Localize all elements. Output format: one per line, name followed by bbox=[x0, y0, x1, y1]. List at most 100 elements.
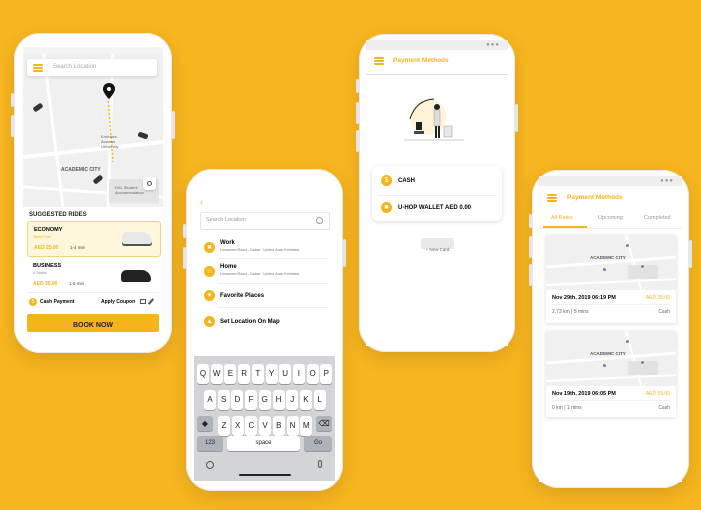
key-e[interactable]: E bbox=[224, 364, 237, 384]
new-card-label: + New Card bbox=[425, 247, 450, 252]
tab-completed[interactable]: Completed bbox=[644, 215, 671, 221]
key-z[interactable]: Z bbox=[218, 416, 230, 436]
backspace-key[interactable]: ⌫ bbox=[316, 416, 332, 431]
ride-payment-method: Cash bbox=[658, 405, 670, 411]
wallet-method-label[interactable]: U-HOP WALLET AED 0.00 bbox=[398, 205, 471, 211]
divider bbox=[218, 283, 328, 284]
map-pin-icon bbox=[641, 361, 644, 364]
set-location-label[interactable]: Set Location On Map bbox=[220, 319, 280, 325]
phone-ride-booking: Emirates Aviation University ACADEMIC CI… bbox=[11, 33, 175, 353]
ride-sub: 4 Seats bbox=[33, 270, 47, 275]
side-button bbox=[356, 130, 359, 152]
tab-upcoming[interactable]: Upcoming bbox=[598, 215, 623, 221]
go-key[interactable]: Go bbox=[304, 436, 332, 451]
ride-eta: 1-4 min bbox=[70, 245, 86, 250]
key-s[interactable]: S bbox=[217, 390, 230, 410]
key-m[interactable]: M bbox=[300, 416, 313, 436]
map-label: ACADEMIC CITY bbox=[590, 351, 626, 356]
key-g[interactable]: G bbox=[258, 390, 271, 410]
key-r[interactable]: R bbox=[238, 364, 251, 384]
home-address: Unnamed Road - Dubai - United Arab Emira… bbox=[220, 272, 300, 276]
hamburger-menu-icon[interactable] bbox=[547, 194, 557, 202]
screen: ‹ Search Location ■ Work Unnamed Road - … bbox=[194, 187, 335, 481]
shift-key[interactable]: ◆ bbox=[197, 416, 213, 431]
ride-history-card[interactable]: ACADEMIC CITY Nov 19th, 2019 06:05 PM AE… bbox=[545, 330, 677, 417]
map-roads bbox=[545, 330, 677, 387]
key-y[interactable]: Y bbox=[265, 364, 278, 384]
key-q[interactable]: Q bbox=[197, 364, 209, 384]
briefcase-icon: ■ bbox=[204, 242, 215, 253]
cash-payment-label[interactable]: Cash Payment bbox=[40, 299, 74, 305]
new-card-button[interactable]: + New Card bbox=[421, 238, 454, 252]
key-j[interactable]: J bbox=[286, 390, 299, 410]
search-input[interactable]: Search Location bbox=[206, 217, 246, 223]
car-image-black bbox=[121, 270, 151, 282]
key-a[interactable]: A bbox=[204, 390, 216, 410]
ride-price: AED 25.00 bbox=[645, 295, 670, 301]
work-label[interactable]: Work bbox=[220, 240, 235, 246]
work-address: Unnamed Road - Dubai - United Arab Emira… bbox=[220, 248, 300, 252]
side-button bbox=[356, 102, 359, 124]
side-button bbox=[515, 104, 518, 132]
key-w[interactable]: W bbox=[210, 364, 223, 384]
key-b[interactable]: B bbox=[272, 416, 285, 436]
key-c[interactable]: C bbox=[245, 416, 258, 436]
ride-sub: Best Fare bbox=[34, 234, 52, 239]
key-f[interactable]: F bbox=[245, 390, 258, 410]
map-pin-icon bbox=[641, 265, 644, 268]
key-t[interactable]: T bbox=[251, 364, 264, 384]
location-button[interactable] bbox=[143, 177, 156, 190]
ride-map: ACADEMIC CITY bbox=[545, 234, 677, 291]
key-n[interactable]: N bbox=[286, 416, 299, 436]
search-input[interactable]: Search Location bbox=[53, 64, 96, 70]
ride-option-business[interactable]: BUSINESS 4 Seats AED 35.00 1-5 min bbox=[27, 258, 159, 293]
key-d[interactable]: D bbox=[231, 390, 244, 410]
coupon-icon[interactable] bbox=[140, 299, 146, 304]
map-pin-icon bbox=[603, 364, 606, 367]
home-icon: ⌂ bbox=[204, 266, 215, 277]
hamburger-menu-icon[interactable] bbox=[374, 57, 384, 65]
key-v[interactable]: V bbox=[259, 416, 272, 436]
key-h[interactable]: H bbox=[272, 390, 285, 410]
key-k[interactable]: K bbox=[299, 390, 312, 410]
side-button bbox=[11, 93, 14, 107]
map-pin-icon bbox=[603, 268, 606, 271]
key-p[interactable]: P bbox=[320, 364, 333, 384]
side-button bbox=[343, 239, 346, 267]
key-123[interactable]: 123 bbox=[197, 436, 223, 451]
key-u[interactable]: U bbox=[279, 364, 292, 384]
home-label[interactable]: Home bbox=[220, 264, 237, 270]
cash-method-label[interactable]: CASH bbox=[398, 178, 415, 184]
space-key[interactable]: space bbox=[227, 436, 300, 451]
ride-price: AED 25.00 bbox=[34, 245, 59, 251]
search-box[interactable]: Search Location bbox=[200, 212, 330, 230]
microphone-icon[interactable] bbox=[318, 460, 322, 468]
book-now-button[interactable]: BOOK NOW bbox=[27, 314, 159, 332]
back-chevron-icon[interactable]: ‹ bbox=[200, 197, 203, 207]
wallet-icon: ■ bbox=[381, 202, 392, 213]
side-button bbox=[529, 214, 532, 228]
hamburger-menu-icon[interactable] bbox=[33, 64, 43, 72]
side-button bbox=[356, 79, 359, 93]
cash-icon: $ bbox=[29, 298, 37, 306]
tab-all-rides[interactable]: All Rides bbox=[551, 215, 573, 221]
ride-history-card[interactable]: ACADEMIC CITY Nov 29th, 2019 06:19 PM AE… bbox=[545, 234, 677, 323]
key-i[interactable]: I bbox=[292, 364, 305, 384]
search-icon[interactable] bbox=[316, 217, 323, 224]
home-indicator bbox=[239, 474, 291, 476]
phone-payment-methods: ●●● Payment Methods $ CASH ■ U-HOP WALLE… bbox=[356, 34, 518, 352]
side-button bbox=[183, 224, 186, 238]
key-o[interactable]: O bbox=[306, 364, 319, 384]
favorite-places-label[interactable]: Favorite Places bbox=[220, 293, 264, 299]
map-pin-icon bbox=[103, 83, 115, 104]
key-l[interactable]: L bbox=[313, 390, 326, 410]
search-bar[interactable]: Search Location bbox=[27, 59, 157, 76]
edit-icon[interactable] bbox=[147, 298, 155, 305]
emoji-icon[interactable] bbox=[206, 461, 214, 469]
header-divider bbox=[366, 74, 508, 75]
ride-option-economy[interactable]: ECONOMY Best Fare AED 25.00 1-4 min bbox=[27, 221, 161, 257]
key-x[interactable]: X bbox=[231, 416, 244, 436]
ride-payment-method: Cash bbox=[658, 309, 670, 315]
cash-icon: $ bbox=[381, 175, 392, 186]
apply-coupon-link[interactable]: Apply Coupon bbox=[101, 299, 135, 305]
